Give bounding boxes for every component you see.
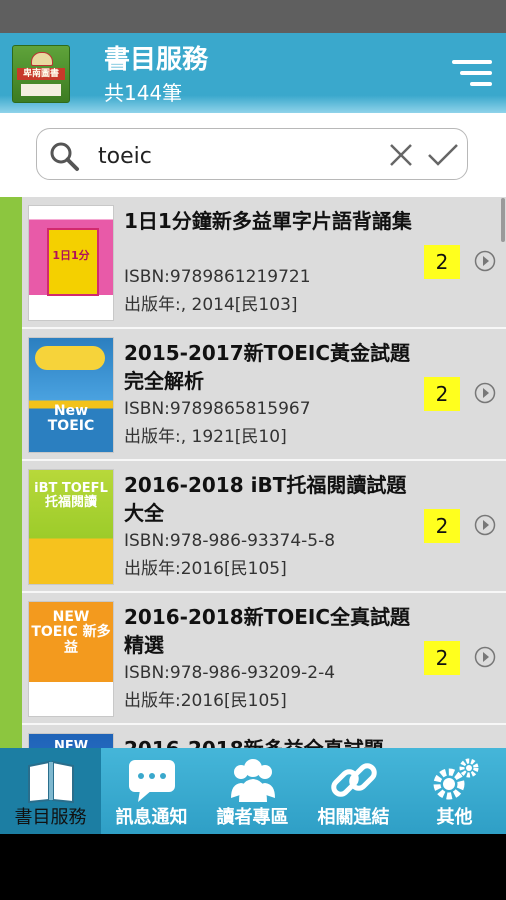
book-row[interactable]: NEW TOEIC 新多益 2016-2018新TOEIC全真試題精選 ISBN…: [0, 593, 506, 725]
copies-badge: 2: [424, 377, 460, 411]
book-year: 出版年:, 1921[民10]: [124, 427, 287, 447]
book-title: 2016-2018 iBT托福閱讀試題大全: [124, 473, 407, 525]
book-cover: NEW TOEIC 新多益: [28, 601, 114, 717]
chevron-right-icon[interactable]: [474, 514, 496, 536]
nav-item-bibliography[interactable]: 書目服務: [0, 748, 101, 834]
copies-badge: 2: [424, 245, 460, 279]
cover-text: NEW: [53, 739, 89, 748]
confirm-icon[interactable]: [426, 140, 460, 170]
book-cover: iBT TOEFL 托福閱讀: [28, 469, 114, 585]
cover-text: 1日1分: [52, 249, 90, 262]
book-row[interactable]: NEW 2016-2018新多益全真試題: [0, 725, 506, 748]
page-title: 書目服務: [104, 45, 209, 75]
nav-item-reader-zone[interactable]: 讀者專區: [202, 748, 303, 834]
row-accent: [0, 197, 22, 329]
clear-icon[interactable]: [386, 140, 416, 170]
nav-label: 訊息通知: [115, 807, 188, 828]
cover-text: iBT TOEFL 托福閱讀: [34, 481, 108, 511]
book-isbn: ISBN:978-986-93374-5-8: [124, 531, 336, 551]
book-title: 2015-2017新TOEIC黃金試題完全解析: [124, 341, 411, 393]
book-year: 出版年:2016[民105]: [124, 559, 287, 579]
book-title: 2016-2018新TOEIC全真試題精選: [124, 605, 411, 657]
book-isbn: ISBN:978-986-93209-2-4: [124, 663, 336, 683]
users-icon: [231, 759, 275, 802]
cover-text: New TOEIC: [47, 403, 95, 435]
app-header: [0, 33, 506, 113]
cover-text: NEW TOEIC 新多益: [31, 609, 111, 656]
chevron-right-icon[interactable]: [474, 382, 496, 404]
library-logo: 卑南圖書: [12, 45, 70, 103]
row-accent: [0, 461, 22, 593]
book-row[interactable]: New TOEIC 2015-2017新TOEIC黃金試題完全解析 ISBN:9…: [0, 329, 506, 461]
book-year: 出版年:2016[民105]: [124, 691, 287, 711]
book-row[interactable]: 1日1分 1日1分鐘新多益單字片語背誦集 ISBN:9789861219721 …: [0, 197, 506, 329]
search-input[interactable]: [98, 140, 368, 172]
menu-icon[interactable]: [450, 60, 492, 88]
link-icon: [331, 763, 377, 797]
book-cover: NEW: [28, 733, 114, 748]
logo-text: 卑南圖書: [17, 68, 65, 80]
row-accent: [0, 725, 22, 748]
nav-item-related-links[interactable]: 相關連結: [303, 748, 404, 834]
chat-bubble-icon: [129, 760, 175, 802]
nav-item-others[interactable]: 其他: [404, 748, 505, 834]
system-nav-bar: [0, 834, 506, 900]
nav-label: 其他: [436, 807, 473, 828]
scrollbar-thumb[interactable]: [501, 198, 505, 242]
book-row[interactable]: iBT TOEFL 托福閱讀 2016-2018 iBT托福閱讀試題大全 ISB…: [0, 461, 506, 593]
book-cover: New TOEIC: [28, 337, 114, 453]
row-accent: [0, 593, 22, 725]
nav-label: 書目服務: [14, 807, 87, 828]
result-count: 共144筆: [104, 81, 183, 105]
book-list: 1日1分 1日1分鐘新多益單字片語背誦集 ISBN:9789861219721 …: [0, 197, 506, 748]
copies-badge: 2: [424, 641, 460, 675]
bottom-nav: 書目服務 訊息通知 讀者專區 相關連結 其他: [0, 748, 506, 834]
search-icon: [50, 142, 79, 171]
gears-icon: [433, 758, 479, 800]
book-cover: 1日1分: [28, 205, 114, 321]
book-title: 1日1分鐘新多益單字片語背誦集: [124, 209, 412, 233]
chevron-right-icon[interactable]: [474, 250, 496, 272]
copies-badge: 2: [424, 509, 460, 543]
book-title: 2016-2018新多益全真試題: [124, 735, 418, 748]
book-icon: [28, 760, 74, 804]
book-isbn: ISBN:9789865815967: [124, 399, 311, 419]
row-accent: [0, 329, 22, 461]
nav-label: 相關連結: [317, 807, 390, 828]
chevron-right-icon[interactable]: [474, 646, 496, 668]
status-bar: [0, 0, 506, 33]
nav-item-notifications[interactable]: 訊息通知: [101, 748, 202, 834]
book-year: 出版年:, 2014[民103]: [124, 295, 298, 315]
nav-label: 讀者專區: [216, 807, 289, 828]
book-isbn: ISBN:9789861219721: [124, 267, 311, 287]
